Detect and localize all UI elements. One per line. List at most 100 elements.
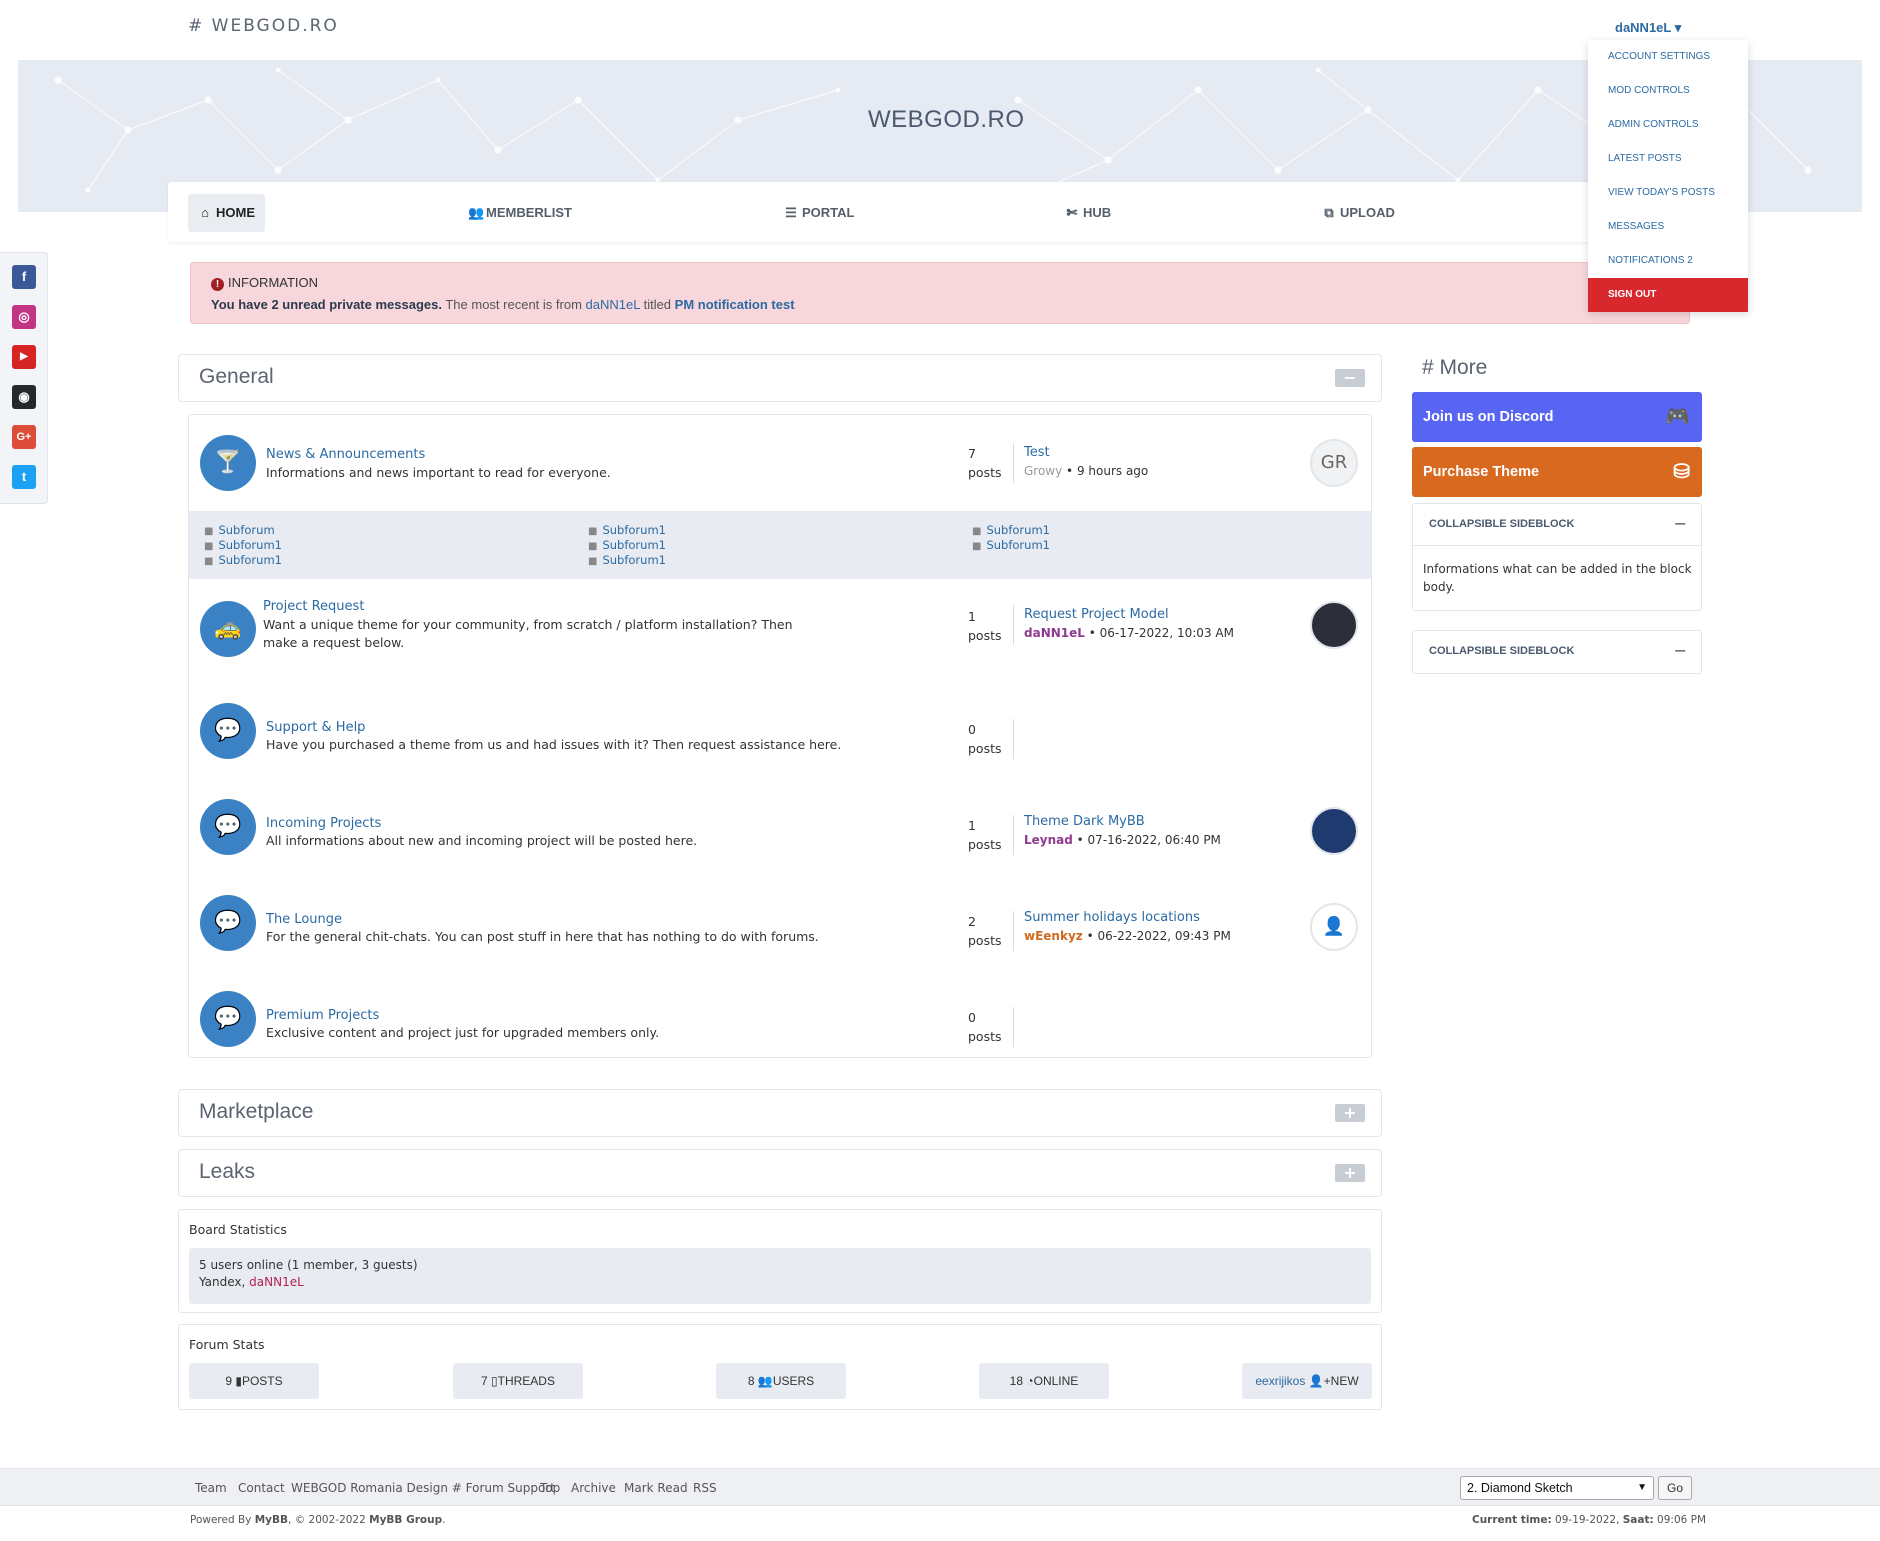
subforum-list: ■ Subforum ■ Subforum1 ■ Subforum1 ■ Subforu… <box>189 511 1371 579</box>
forum-title[interactable]: News & Announcements <box>266 447 425 462</box>
nav-home[interactable]: ⌂ HOME <box>188 194 265 232</box>
post-count-number: 0 <box>968 1010 976 1025</box>
mybb-group-link[interactable]: MyBB Group <box>369 1514 442 1526</box>
online-list: Yandex, daNN1eL <box>199 1275 304 1289</box>
folder-icon: ■ <box>204 541 214 552</box>
online-bot: Yandex, <box>199 1275 250 1289</box>
current-time: Current time: 09-19-2022, Saat: 09:06 PM <box>1472 1514 1706 1526</box>
collapse-toggle[interactable]: − <box>1674 641 1687 660</box>
youtube-icon[interactable]: ▶ <box>12 345 36 369</box>
go-button[interactable]: Go <box>1658 1476 1692 1500</box>
online-user-link[interactable]: daNN1eL <box>249 1275 304 1289</box>
board-statistics-title: Board Statistics <box>189 1222 287 1237</box>
footer-rss-link[interactable]: RSS <box>693 1481 717 1495</box>
forum-post-count: 1 posts <box>968 816 1002 854</box>
forum-title[interactable]: Incoming Projects <box>266 816 381 831</box>
google-plus-icon[interactable]: G+ <box>12 425 36 449</box>
last-post-title[interactable]: Test <box>1024 445 1050 460</box>
footer-archive-link[interactable]: Archive <box>571 1481 616 1495</box>
forum-title[interactable]: The Lounge <box>266 912 342 927</box>
site-logo[interactable]: # WEBGOD.RO <box>188 16 339 36</box>
expand-button[interactable]: + <box>1335 1164 1365 1182</box>
forum-title[interactable]: Project Request <box>263 599 364 614</box>
category-leaks-title[interactable]: Leaks <box>199 1160 255 1184</box>
last-post-user[interactable]: Leynad <box>1024 833 1073 847</box>
subforum-link[interactable]: ■ Subforum1 <box>204 553 282 567</box>
folder-icon: ■ <box>588 556 598 567</box>
last-post-title[interactable]: Summer holidays locations <box>1024 910 1200 925</box>
menu-todays-posts[interactable]: VIEW TODAY'S POSTS <box>1588 176 1748 210</box>
forum-title[interactable]: Support & Help <box>266 720 365 735</box>
alert-titled: titled <box>639 297 675 312</box>
menu-account-settings[interactable]: ACCOUNT SETTINGS <box>1588 40 1748 74</box>
subforum-link[interactable]: ■ Subforum1 <box>588 523 666 537</box>
subforum-link[interactable]: ■ Subforum1 <box>972 538 1050 552</box>
avatar[interactable] <box>1310 601 1358 649</box>
footer-top-link[interactable]: Top <box>540 1481 560 1495</box>
subforum-link[interactable]: ■ Subforum1 <box>204 538 282 552</box>
twitter-icon[interactable]: t <box>12 465 36 489</box>
subforum-link[interactable]: ■ Subforum1 <box>588 538 666 552</box>
footer-support-link[interactable]: WEBGOD Romania Design # Forum Support <box>291 1481 555 1495</box>
user-plus-icon: 👤+ <box>1308 1374 1331 1388</box>
category-general-title[interactable]: General <box>199 365 274 389</box>
nav-home-label: HOME <box>216 205 255 220</box>
sideblock-header[interactable]: COLLAPSIBLE SIDEBLOCK − <box>1413 504 1701 546</box>
footer-contact-link[interactable]: Contact <box>238 1481 285 1495</box>
forum-row: 💬 The Lounge For the general chit-chats.… <box>189 875 1371 971</box>
avatar[interactable]: GR <box>1310 439 1358 487</box>
discord-icon: 🎮 <box>1665 406 1690 428</box>
subforum-link[interactable]: ■ Subforum1 <box>972 523 1050 537</box>
stat-users: 8 👥USERS <box>716 1363 846 1399</box>
stat-label: NEW <box>1330 1374 1359 1388</box>
purchase-theme-button[interactable]: Purchase Theme ⛁ <box>1412 447 1702 497</box>
nav-portal[interactable]: ☰ PORTAL <box>774 194 864 232</box>
alert-user-link[interactable]: daNN1eL <box>586 297 640 312</box>
stat-value: 7 <box>481 1374 488 1388</box>
stat-label: POSTS <box>241 1374 283 1388</box>
footer-markread-link[interactable]: Mark Read <box>624 1481 688 1495</box>
sideblock-header[interactable]: COLLAPSIBLE SIDEBLOCK − <box>1413 631 1701 673</box>
nav-hub[interactable]: ✄ HUB <box>1055 194 1121 232</box>
menu-mod-controls[interactable]: MOD CONTROLS <box>1588 74 1748 108</box>
category-marketplace-title[interactable]: Marketplace <box>199 1100 313 1124</box>
footer-team-link[interactable]: Team <box>195 1481 227 1495</box>
last-post-user[interactable]: daNN1eL <box>1024 626 1085 640</box>
coins-icon: ⛁ <box>1673 461 1690 483</box>
last-post-title[interactable]: Request Project Model <box>1024 607 1169 622</box>
menu-messages[interactable]: MESSAGES <box>1588 210 1748 244</box>
subforum-link[interactable]: ■ Subforum <box>204 523 275 537</box>
expand-button[interactable]: + <box>1335 1104 1365 1122</box>
forum-taxi-icon: 🚕 <box>200 601 256 657</box>
instagram-icon[interactable]: ◎ <box>12 305 36 329</box>
sideblock-body: Informations what can be added in the bl… <box>1423 562 1692 594</box>
mybb-link[interactable]: MyBB <box>255 1514 288 1526</box>
user-menu-toggle[interactable]: daNN1eL ▾ <box>1615 20 1681 36</box>
facebook-icon[interactable]: f <box>12 265 36 289</box>
avatar[interactable] <box>1310 807 1358 855</box>
alert-message: You have 2 unread private messages. The … <box>211 297 795 312</box>
collapse-toggle[interactable]: − <box>1674 514 1687 533</box>
menu-latest-posts[interactable]: LATEST POSTS <box>1588 142 1748 176</box>
nav-upload[interactable]: ⧉ UPLOAD <box>1312 194 1405 232</box>
menu-sign-out[interactable]: SIGN OUT <box>1588 278 1748 312</box>
subforum-link[interactable]: ■ Subforum1 <box>588 553 666 567</box>
sideblock-title: COLLAPSIBLE SIDEBLOCK <box>1429 518 1575 530</box>
last-post-title[interactable]: Theme Dark MyBB <box>1024 814 1145 829</box>
nav-memberlist[interactable]: 👥 MEMBERLIST <box>458 194 582 232</box>
folder-icon: ■ <box>588 526 598 537</box>
alert-subject-link[interactable]: PM notification test <box>675 297 795 312</box>
collapse-button[interactable]: − <box>1335 369 1365 387</box>
chat-bubbles-icon: 💬 <box>200 703 256 759</box>
menu-notifications[interactable]: NOTIFICATIONS 2 <box>1588 244 1748 278</box>
newest-member-link[interactable]: eexrijikos <box>1255 1374 1305 1388</box>
forum-title[interactable]: Premium Projects <box>266 1008 379 1023</box>
menu-admin-controls[interactable]: ADMIN CONTROLS <box>1588 108 1748 142</box>
forum-description: For the general chit-chats. You can post… <box>266 929 819 944</box>
github-icon[interactable]: ◉ <box>12 385 36 409</box>
last-post-user[interactable]: Growy <box>1024 464 1062 478</box>
discord-button[interactable]: Join us on Discord 🎮 <box>1412 392 1702 442</box>
last-post-user[interactable]: wEenkyz <box>1024 929 1083 943</box>
default-avatar-icon[interactable]: 👤 <box>1310 903 1358 951</box>
theme-select[interactable]: 2. Diamond Sketch ▼ <box>1460 1476 1654 1500</box>
